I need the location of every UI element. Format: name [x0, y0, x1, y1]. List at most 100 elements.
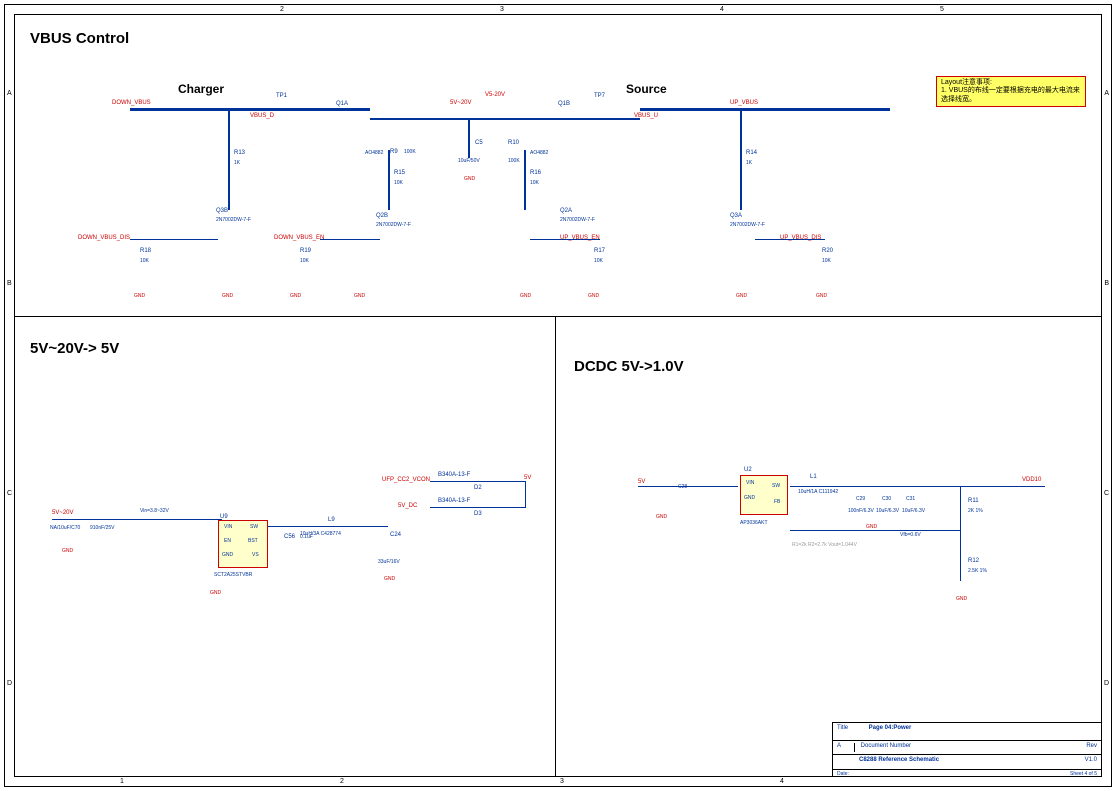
ref-c30: C30 [882, 497, 891, 503]
tp7: TP7 [594, 93, 605, 100]
net-vbus-d: VBUS_D [250, 113, 274, 119]
wire-fb [960, 486, 961, 581]
u9-gnd: GND [222, 552, 233, 558]
net-5v20v-a: 5V~20V [450, 100, 472, 106]
ref-r11: R11 [968, 498, 979, 505]
ruler-a-right: A [1104, 90, 1109, 97]
gnd-3: GND [290, 293, 301, 299]
title-block: Title Page 04:Power A Document Number Re… [832, 722, 1102, 777]
tb-sheet: 4 [1084, 771, 1087, 777]
ruler-2-top: 2 [280, 6, 284, 13]
ruler-b-right: B [1104, 280, 1109, 287]
gnd-b1-3: GND [384, 576, 395, 582]
wire-vin-b1 [52, 519, 222, 520]
tb-rev-label: Rev [1086, 743, 1097, 749]
net-uvbus-dis: UP_VBUS_DIS [780, 235, 821, 241]
wire-en-r [530, 239, 600, 240]
ref-q3a: Q3A [730, 213, 742, 220]
u9-part: SCT2A25STVBR [214, 572, 252, 578]
val-c5: 10uF/50V [458, 158, 480, 164]
net-vbus-u: VBUS_U [634, 113, 658, 119]
net-up-vbus: UP_VBUS [730, 100, 758, 106]
ref-u2: U2 [744, 467, 752, 474]
ref-c56: C56 [284, 534, 295, 541]
ref-l9: L9 [328, 517, 335, 524]
net-uvbus-en: UP_VBUS_EN [560, 235, 600, 241]
ref-q2b: Q2B [376, 213, 388, 220]
val-r17: 10K [594, 258, 603, 264]
net-dvbus-en: DOWN_VBUS_EN [274, 235, 324, 241]
val-r19: 10K [300, 258, 309, 264]
ref-c5: C5 [475, 140, 483, 147]
ref-c31: C31 [906, 497, 915, 503]
val-r12: 2.5K 1% [968, 568, 987, 574]
tb-title: Page 04:Power [869, 725, 912, 731]
divider-vertical [555, 316, 556, 777]
ruler-3-top: 3 [500, 6, 504, 13]
val-r11: 2K 1% [968, 508, 983, 514]
val-r18: 10K [140, 258, 149, 264]
ref-q2a: Q2A [560, 208, 572, 215]
val-r13: 1K [234, 160, 240, 166]
tp1: TP1 [276, 93, 287, 100]
title-buck2: DCDC 5V->1.0V [574, 358, 684, 375]
u9-note: Vin=3.8~32V [140, 508, 169, 514]
buck2-note2: Vfb=0.6V [900, 532, 921, 538]
val-r14: 1K [746, 160, 752, 166]
ref-c24: C24 [390, 532, 401, 539]
u9-en: EN [224, 538, 231, 544]
wire-sw-b1 [268, 526, 388, 527]
wire-down-vbus [130, 108, 260, 111]
sheet-inner-border [14, 14, 1102, 777]
wire-5vdc [430, 507, 525, 508]
tb-size-label: A [837, 743, 855, 752]
buck2-note1: R1=2k R2=2.7k Vout=1.044V [792, 542, 857, 548]
val-r16: 10K [530, 180, 539, 186]
ruler-4-top: 4 [720, 6, 724, 13]
ref-r15: R15 [394, 170, 405, 177]
val-c24: 33uF/16V [378, 559, 400, 565]
gnd-b2-2: GND [866, 524, 877, 530]
val-l1: 10uH/1A C111942 [798, 489, 838, 495]
ref-c28: C28 [678, 485, 687, 491]
tb-sheet-label: Sheet [1070, 771, 1083, 777]
ref-q1b: Q1B [558, 101, 570, 108]
val-q3b: 2N7002DW-7-F [216, 217, 251, 223]
title-buck1: 5V~20V-> 5V [30, 340, 119, 357]
u2-gnd: GND [744, 495, 755, 501]
subtitle-charger: Charger [178, 82, 224, 96]
gnd-2: GND [222, 293, 233, 299]
ref-r13: R13 [234, 150, 245, 157]
wire-r14 [740, 110, 742, 210]
wire-fb-h [790, 530, 960, 531]
ref-r12: R12 [968, 558, 979, 565]
ruler-b-left: B [7, 280, 12, 287]
wire-en-l [320, 239, 380, 240]
layout-note: Layout注意事项: 1. VBUS的布线一定要根据充电的最大电流来选择线宽。 [936, 76, 1086, 107]
wire-vbus-d [260, 108, 370, 111]
ref-r17: R17 [594, 248, 605, 255]
val-ao4882a: AO4882 [365, 150, 383, 156]
val-r20: 10K [822, 258, 831, 264]
u2-fb: FB [774, 499, 780, 505]
wire-vdd10 [790, 486, 1045, 487]
val-c54: 910nF/25V [90, 525, 114, 531]
wire-dis-l [130, 239, 218, 240]
tb-rev: V1.0 [1085, 757, 1097, 763]
ref-r20: R20 [822, 248, 833, 255]
net-5v-dc: 5V_DC [398, 503, 417, 509]
d2-part: B340A-13-F [438, 472, 470, 479]
wire-mid [370, 118, 640, 120]
wire-vbus-u [640, 108, 770, 111]
val-c29: 100nF/6.3V [848, 508, 874, 514]
subtitle-source: Source [626, 82, 667, 96]
net-5v20v: 5V~20V [52, 510, 74, 516]
gnd-8: GND [736, 293, 747, 299]
ruler-3-bot: 3 [560, 778, 564, 785]
note-line2: 1. VBUS的布线一定要根据充电的最大电流来选择线宽。 [941, 87, 1081, 104]
u9-sw: SW [250, 524, 258, 530]
tb-title-label: Title [837, 725, 867, 731]
ref-l1: L1 [810, 474, 817, 481]
gnd-6: GND [520, 293, 531, 299]
val-r9: 100K [404, 149, 416, 155]
